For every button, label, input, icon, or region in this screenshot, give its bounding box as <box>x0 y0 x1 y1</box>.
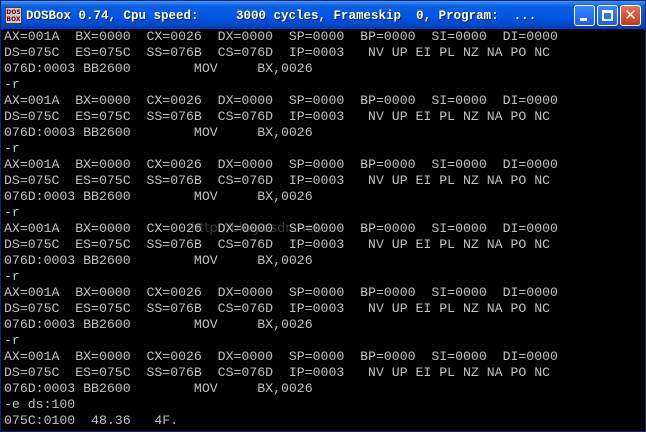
console-line: DS=075C ES=075C SS=076B CS=076D IP=0003 … <box>4 45 551 60</box>
watermark-text: http://blog.csdn.net/... <box>191 221 336 236</box>
window-title: DOSBox 0.74, Cpu speed: 3000 cycles, Fra… <box>26 8 537 23</box>
console-line: DS=075C ES=075C SS=076B CS=076D IP=0003 … <box>4 365 551 380</box>
app-icon-label-top: DOS <box>6 8 21 16</box>
console-line: DS=075C ES=075C SS=076B CS=076D IP=0003 … <box>4 237 551 252</box>
minimize-button[interactable] <box>574 5 595 26</box>
console-line: 076D:0003 BB2600 MOV BX,0026 <box>4 381 313 396</box>
console-line: 076D:0003 BB2600 MOV BX,0026 <box>4 125 313 140</box>
console-line: 076D:0003 BB2600 MOV BX,0026 <box>4 61 313 76</box>
dosbox-window: DOS BOX DOSBox 0.74, Cpu speed: 3000 cyc… <box>0 0 646 432</box>
app-icon-label-bottom: BOX <box>6 15 21 23</box>
console-line: -r <box>4 77 20 92</box>
window-controls: ✕ <box>574 5 641 26</box>
maximize-icon <box>602 10 613 21</box>
console-line: 076D:0003 BB2600 MOV BX,0026 <box>4 253 313 268</box>
console-line: DS=075C ES=075C SS=076B CS=076D IP=0003 … <box>4 173 551 188</box>
console-line: DS=075C ES=075C SS=076B CS=076D IP=0003 … <box>4 109 551 124</box>
console-line: -r <box>4 141 20 156</box>
close-button[interactable]: ✕ <box>620 5 641 26</box>
title-bar[interactable]: DOS BOX DOSBox 0.74, Cpu speed: 3000 cyc… <box>1 1 645 30</box>
console-line: -e ds:100 <box>4 397 76 412</box>
maximize-button[interactable] <box>597 5 618 26</box>
console-line: AX=001A BX=0000 CX=0026 DX=0000 SP=0000 … <box>4 349 558 364</box>
console-line: 076D:0003 BB2600 MOV BX,0026 <box>4 189 313 204</box>
dosbox-app-icon[interactable]: DOS BOX <box>5 7 22 24</box>
console-line: DS=075C ES=075C SS=076B CS=076D IP=0003 … <box>4 301 551 316</box>
console-line: -r <box>4 205 20 220</box>
console-line: AX=001A BX=0000 CX=0026 DX=0000 SP=0000 … <box>4 285 558 300</box>
close-icon: ✕ <box>624 6 637 24</box>
console-line: 076D:0003 BB2600 MOV BX,0026 <box>4 317 313 332</box>
console-line: -r <box>4 269 20 284</box>
console-line: AX=001A BX=0000 CX=0026 DX=0000 SP=0000 … <box>4 157 558 172</box>
console-line: -r <box>4 333 20 348</box>
minimize-icon <box>580 18 587 21</box>
console-line: AX=001A BX=0000 CX=0026 DX=0000 SP=0000 … <box>4 29 558 44</box>
console-line: AX=001A BX=0000 CX=0026 DX=0000 SP=0000 … <box>4 93 558 108</box>
console-line: 075C:0100 48.36 4F. <box>4 413 179 428</box>
